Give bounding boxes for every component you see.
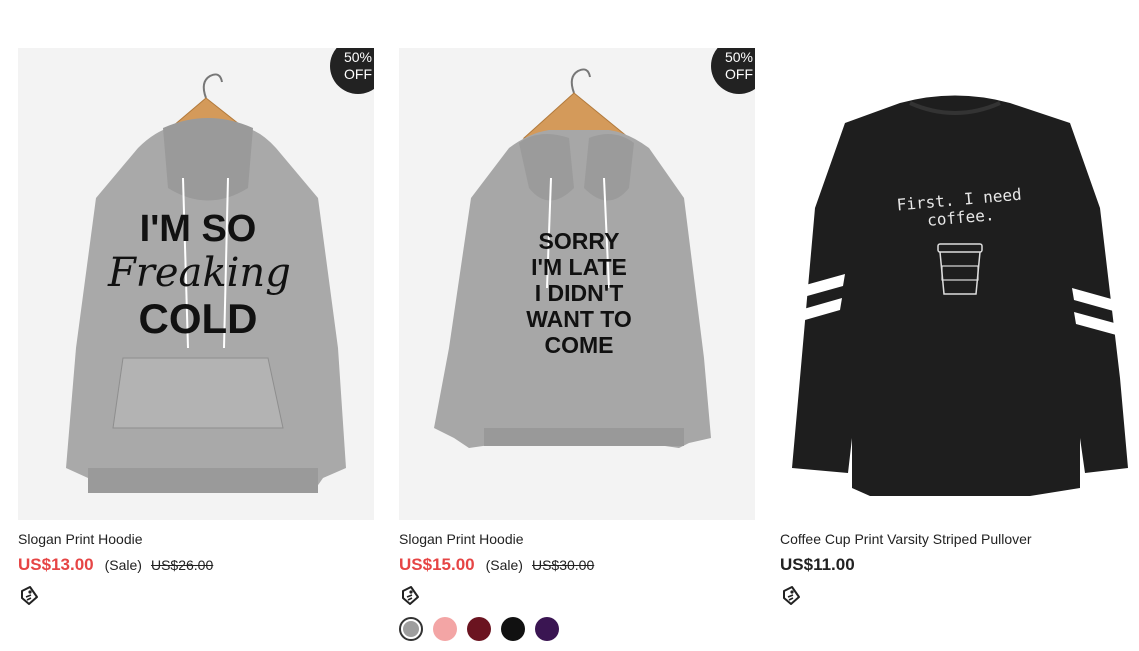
print-line: I DIDN'T xyxy=(534,280,624,306)
color-swatch-pink[interactable] xyxy=(433,617,457,641)
print-text: SORRY I'M LATE I DIDN'T WANT TO COME xyxy=(494,228,664,358)
price-row: US$13.00 (Sale) US$26.00 xyxy=(18,555,374,577)
product-title[interactable]: Coffee Cup Print Varsity Striped Pullove… xyxy=(780,530,1136,548)
product-card: First. I need coffee. Coffee Cup Print V… xyxy=(780,48,1136,607)
product-image[interactable]: I'M SO Freaking COLD 50% OFF xyxy=(18,48,374,520)
product-image[interactable]: First. I need coffee. xyxy=(780,48,1136,520)
original-price: US$26.00 xyxy=(150,557,214,573)
price-tag-icon[interactable] xyxy=(18,585,40,607)
print-line: Freaking xyxy=(108,250,291,296)
print-text: I'M SO Freaking COLD xyxy=(108,208,291,342)
sale-label: (Sale) xyxy=(104,557,142,573)
product-title[interactable]: Slogan Print Hoodie xyxy=(18,530,374,548)
color-swatch-grey[interactable] xyxy=(399,617,423,641)
pullover-black-image xyxy=(792,95,1128,496)
price-tag-icon[interactable] xyxy=(780,585,802,607)
print-line: COLD xyxy=(138,295,258,342)
price-row: US$15.00 (Sale) US$30.00 xyxy=(399,555,755,577)
badge-percent: 50% xyxy=(343,49,373,65)
badge-off: OFF xyxy=(725,66,753,82)
price: US$11.00 xyxy=(780,555,855,574)
product-image[interactable]: SORRY I'M LATE I DIDN'T WANT TO COME 50%… xyxy=(399,48,755,520)
original-price: US$30.00 xyxy=(531,557,595,573)
color-swatches xyxy=(399,617,755,641)
price-tag-icon[interactable] xyxy=(399,585,421,607)
product-card: I'M SO Freaking COLD 50% OFF Slogan Prin… xyxy=(18,48,374,607)
badge-percent: 50% xyxy=(724,49,754,65)
price-row: US$11.00 xyxy=(780,555,1136,577)
sale-price: US$15.00 xyxy=(399,555,475,574)
print-line: I'M LATE xyxy=(531,254,627,280)
product-card: SORRY I'M LATE I DIDN'T WANT TO COME 50%… xyxy=(399,48,755,641)
print-line: SORRY xyxy=(538,228,620,254)
badge-off: OFF xyxy=(344,66,372,82)
print-line: I'M SO xyxy=(139,208,257,250)
sale-label: (Sale) xyxy=(485,557,523,573)
color-swatch-black[interactable] xyxy=(501,617,525,641)
sale-price: US$13.00 xyxy=(18,555,94,574)
print-line: COME xyxy=(544,332,614,358)
print-line: WANT TO xyxy=(526,306,632,332)
color-swatch-burgundy[interactable] xyxy=(467,617,491,641)
product-title[interactable]: Slogan Print Hoodie xyxy=(399,530,755,548)
color-swatch-purple[interactable] xyxy=(535,617,559,641)
